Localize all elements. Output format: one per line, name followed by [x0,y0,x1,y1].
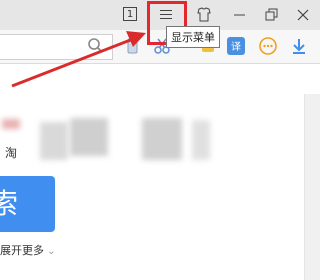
annotation-arrow [11,31,146,88]
menu-tooltip: 显示菜单 [166,26,220,48]
